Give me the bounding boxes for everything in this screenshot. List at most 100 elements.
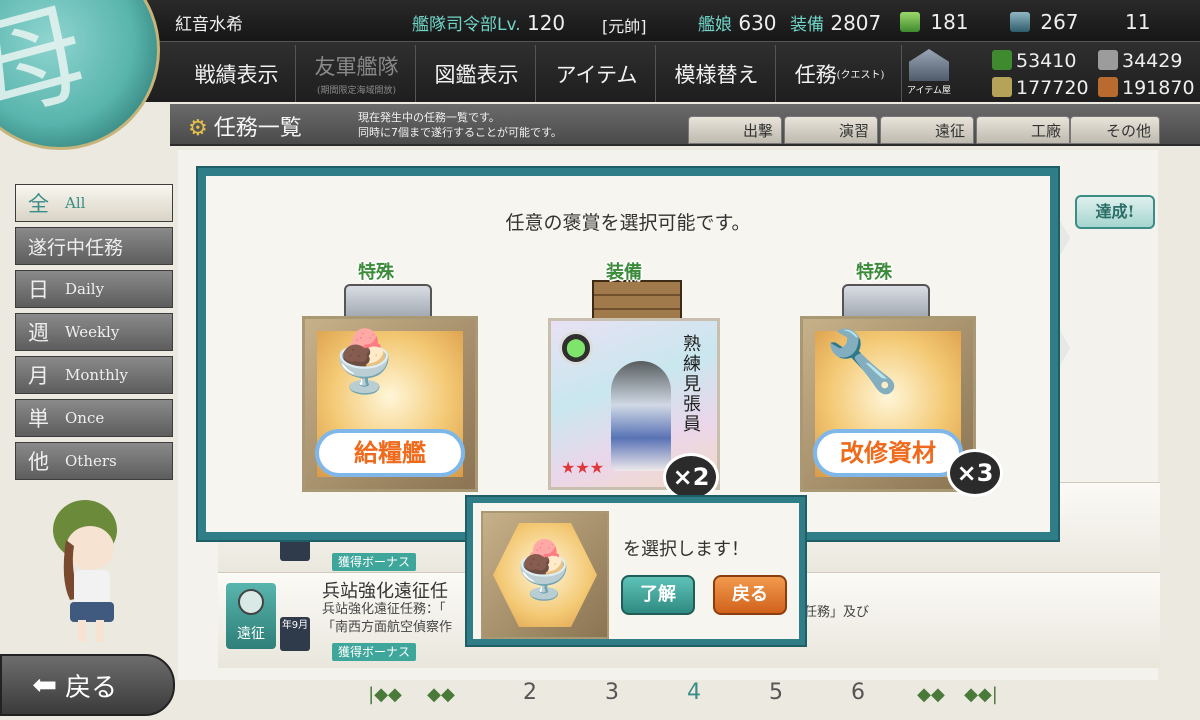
filter-once[interactable]: 単 Once [15, 399, 173, 437]
fuel-value: 53410 [1016, 50, 1077, 72]
tab-arsenal[interactable]: 工廠 [976, 116, 1070, 144]
reward-card: 🍨 給糧艦 [302, 316, 478, 492]
bonus-label: 獲得ボーナス [332, 643, 417, 661]
filter-daily[interactable]: 日 Daily [15, 270, 173, 308]
reward-name: 給糧艦 [315, 429, 465, 477]
nav-items[interactable]: アイテム [538, 45, 656, 102]
bucket-icon [900, 12, 920, 32]
ship-count: 艦娘 630 [698, 10, 777, 35]
tab-other[interactable]: その他 [1070, 116, 1160, 144]
reward-option-improvement-material[interactable]: 特殊 🔧 改修資材 ×3 [774, 246, 1003, 497]
hq-level-value: 120 [526, 11, 566, 35]
page-2[interactable]: 2 [510, 680, 550, 705]
confirm-dialog: 🍨 を選択します！ 了解 戻る [465, 495, 807, 647]
ships-label: 艦娘 [698, 15, 732, 35]
count-badge: ×3 [947, 449, 1003, 497]
cancel-button[interactable]: 戻る [713, 575, 787, 615]
title-strip: ⚙ 任務一覧 現在発生中の任務一覧です。 同時に7個まで遂行することが可能です。 … [170, 104, 1200, 146]
screw-value: 11 [1125, 10, 1151, 34]
equip-card: ⬤ 熟練見張員 ★★★ ×2 [548, 318, 720, 501]
filter-in-progress[interactable]: 遂行中任務 [15, 227, 173, 265]
equip-count: 装備 2807 [790, 10, 881, 35]
equip-count-value: 2807 [830, 11, 882, 35]
filter-others[interactable]: 他 Others [15, 442, 173, 480]
chibi-body [74, 570, 110, 606]
lookout-figure [611, 361, 671, 471]
filter-kanji: 月 [28, 364, 49, 388]
quest-title: 兵站強化遠征任 [322, 581, 448, 602]
nav-record[interactable]: 戦績表示 [178, 45, 296, 102]
steel-icon [992, 77, 1012, 97]
count-badge: ×2 [663, 453, 719, 501]
page-5[interactable]: 5 [756, 680, 796, 705]
bauxite: 191870 [1098, 77, 1195, 99]
filter-kanji: 単 [28, 407, 49, 431]
filter-all[interactable]: 全 All [15, 184, 173, 222]
nav-friend-fleet[interactable]: 友軍艦隊 (期間限定海域開放) [298, 45, 416, 102]
tab-expedition[interactable]: 遠征 [880, 116, 974, 144]
tab-exercise[interactable]: 演習 [784, 116, 878, 144]
filter-monthly[interactable]: 月 Monthly [15, 356, 173, 394]
first-page-icon[interactable]: |◆◆ [360, 684, 410, 705]
ammo-value: 34429 [1122, 50, 1183, 72]
tab-sortie[interactable]: 出撃 [688, 116, 782, 144]
page-title-text: 任務一覧 [213, 116, 302, 141]
ammo-icon [1098, 50, 1118, 70]
bucket-count: 181 [900, 10, 969, 34]
reward-category: 装備 [606, 262, 642, 283]
filter-en: Monthly [65, 366, 129, 384]
nav-label: アイテム [555, 62, 638, 87]
rarity-stars: ★★★ [561, 458, 605, 477]
steel: 177720 [992, 77, 1089, 99]
nav-label: 図鑑表示 [434, 62, 519, 87]
hq-emblem-icon[interactable]: 母 [0, 0, 160, 150]
nav-label: 任務 [794, 62, 837, 87]
reward-option-lookout[interactable]: 装備 ⬤ 熟練見張員 ★★★ ×2 [524, 246, 724, 501]
next-page-icon[interactable]: ◆◆ [906, 684, 956, 705]
shop-icon [909, 49, 949, 81]
reward-option-supply-ship[interactable]: 特殊 🍨 給糧艦 [276, 246, 478, 496]
last-page-icon[interactable]: ◆◆| [956, 684, 1006, 705]
filter-kanji: 日 [28, 278, 49, 302]
back-button[interactable]: ⬅ 戻る [0, 654, 175, 716]
nav-label: 戦績表示 [194, 62, 279, 87]
filter-kanji: 遂行中任務 [28, 236, 124, 259]
quest-desc-line: 兵站強化遠征任務：「 [322, 602, 446, 617]
bonus-label: 獲得ボーナス [332, 553, 417, 571]
compass-icon [238, 589, 264, 615]
nav-album[interactable]: 図鑑表示 [418, 45, 536, 102]
pagination: |◆◆ ◆◆ 2 3 4 5 6 ◆◆ ◆◆| [360, 680, 1020, 714]
secretary-chibi[interactable] [30, 490, 140, 650]
page-3[interactable]: 3 [592, 680, 632, 705]
page-4-current[interactable]: 4 [674, 680, 714, 705]
equip-label: 装備 [790, 15, 824, 35]
dev-material-icon [1010, 12, 1030, 32]
desc-line-1: 現在発生中の任務一覧です。 [358, 111, 500, 124]
admiral-name: 紅音水希 [175, 15, 243, 35]
shop-label: アイテム屋 [906, 86, 952, 96]
back-label: 戻る [65, 672, 118, 703]
bucket-value: 181 [930, 10, 969, 34]
resource-panel: 53410 34429 177720 191870 [986, 44, 1200, 102]
bauxite-icon [1098, 77, 1118, 97]
filter-en: Weekly [65, 323, 120, 341]
gear-icon: ⚙ [188, 116, 208, 141]
bauxite-value: 191870 [1122, 77, 1195, 99]
item-shop-button[interactable]: アイテム屋 [904, 47, 954, 99]
nav-furniture[interactable]: 模様替え [658, 45, 776, 102]
prev-page-icon[interactable]: ◆◆ [416, 684, 466, 705]
quest-desc-right: 任務」及び [804, 605, 870, 620]
page-6[interactable]: 6 [838, 680, 878, 705]
admiral-rank: [元帥] [602, 17, 647, 36]
nav-quests[interactable]: 任務 (クエスト) [778, 45, 902, 102]
devmat-count: 267 [1010, 10, 1079, 34]
filter-weekly[interactable]: 週 Weekly [15, 313, 173, 351]
tab-label: 演習 [838, 122, 869, 140]
tab-label: その他 [1105, 122, 1151, 140]
chibi-leg [78, 620, 86, 642]
desc-line-2: 同時に7個まで遂行することが可能です。 [358, 126, 562, 139]
quest-period-tag: 年9月 [280, 617, 310, 651]
ok-button[interactable]: 了解 [621, 575, 695, 615]
hq-level: 艦隊司令部Lv. 120 [412, 10, 565, 35]
devmat-value: 267 [1040, 10, 1079, 34]
